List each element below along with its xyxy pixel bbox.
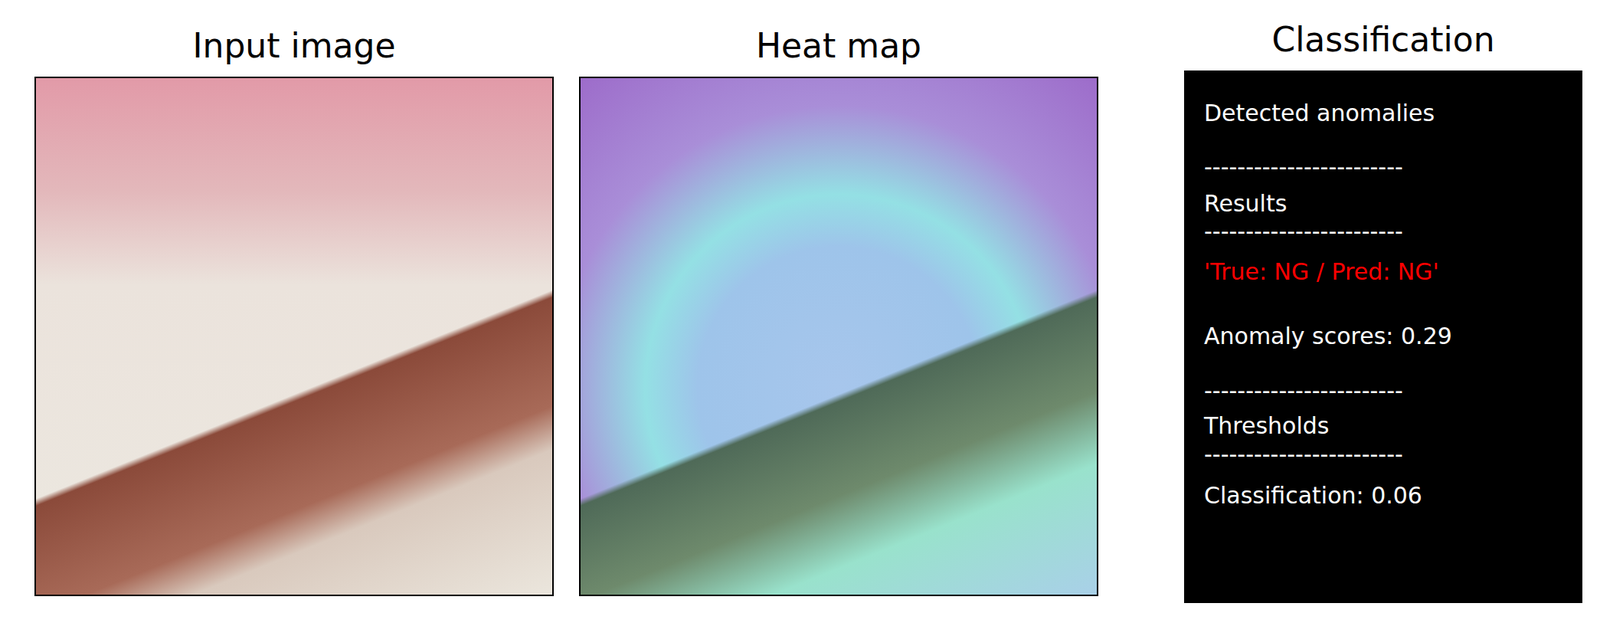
classification-panel: Classification Detected anomalies -------… — [1184, 0, 1583, 603]
classification-line: Results — [1204, 189, 1563, 218]
classification-line: ------------------------ — [1204, 440, 1563, 468]
image-panel: Heat map — [579, 0, 1099, 596]
classification-line: Classification: 0.06 — [1204, 481, 1563, 510]
classification-line: ------------------------ — [1204, 376, 1563, 405]
figure: Input image Heat map Classification Dete… — [0, 0, 1600, 636]
panel-title: Classification — [1271, 19, 1495, 60]
classification-line: ------------------------ — [1204, 153, 1563, 181]
heat-map-image — [579, 76, 1099, 596]
image-panel: Input image — [34, 0, 554, 596]
classification-line: Anomaly scores: 0.29 — [1204, 322, 1563, 351]
classification-line: Detected anomalies — [1204, 99, 1563, 128]
classification-line: ------------------------ — [1204, 217, 1563, 246]
panel-title: Input image — [193, 26, 396, 66]
classification-box: Detected anomalies ----------------------… — [1184, 70, 1583, 603]
panel-title: Heat map — [755, 26, 922, 66]
classification-line: Thresholds — [1204, 412, 1563, 440]
classification-line: 'True: NG / Pred: NG' — [1204, 258, 1563, 286]
input-image — [34, 76, 554, 596]
